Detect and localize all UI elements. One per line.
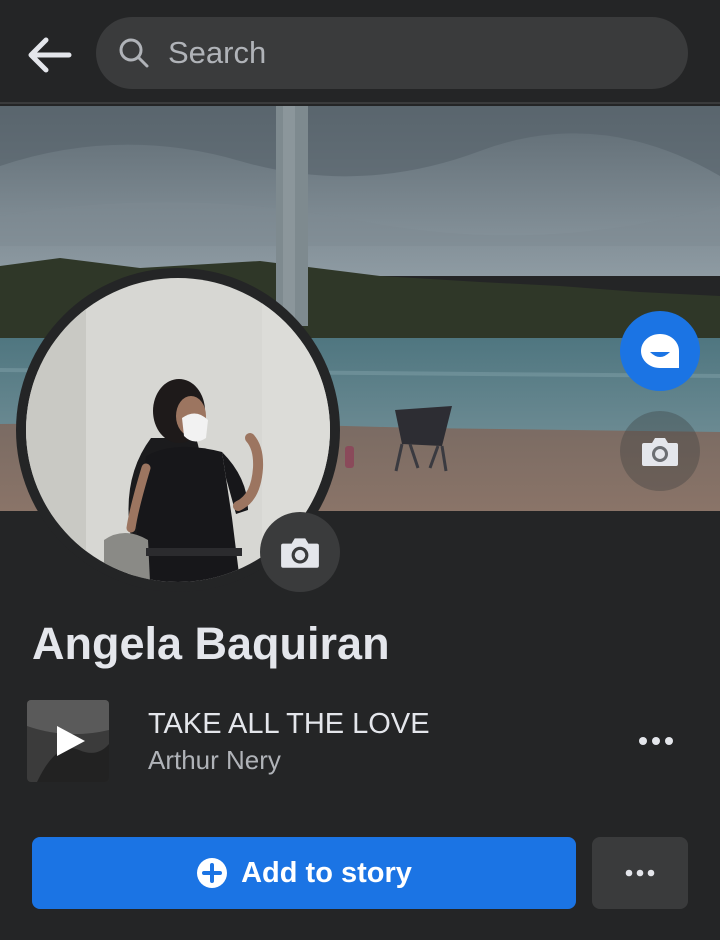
profile-more-button[interactable] — [592, 837, 688, 909]
song-artist: Arthur Nery — [148, 745, 281, 775]
camera-icon — [281, 538, 319, 568]
edit-cover-photo-button[interactable] — [620, 411, 700, 491]
search-bar[interactable] — [96, 17, 688, 89]
add-to-story-label: Add to story — [241, 856, 412, 889]
edit-profile-picture-button[interactable] — [260, 512, 340, 592]
search-icon — [119, 38, 149, 68]
avatar-sticker-button[interactable] — [620, 311, 700, 391]
profile-name: Angela Baquiran — [32, 618, 390, 669]
song-title: TAKE ALL THE LOVE — [148, 708, 430, 740]
top-bar — [0, 0, 720, 104]
music-options-button[interactable] — [626, 718, 686, 764]
arrow-left-icon — [28, 37, 72, 73]
more-horizontal-icon — [625, 869, 655, 877]
plus-circle-icon — [197, 858, 228, 888]
avatar-sticker-icon — [641, 334, 679, 368]
search-input[interactable] — [168, 17, 668, 89]
more-horizontal-icon — [639, 737, 673, 745]
back-button[interactable] — [22, 28, 76, 82]
add-to-story-button[interactable]: Add to story — [32, 837, 576, 909]
album-art-image — [27, 700, 109, 782]
album-art-play-button[interactable] — [27, 700, 109, 782]
camera-icon — [642, 438, 678, 466]
